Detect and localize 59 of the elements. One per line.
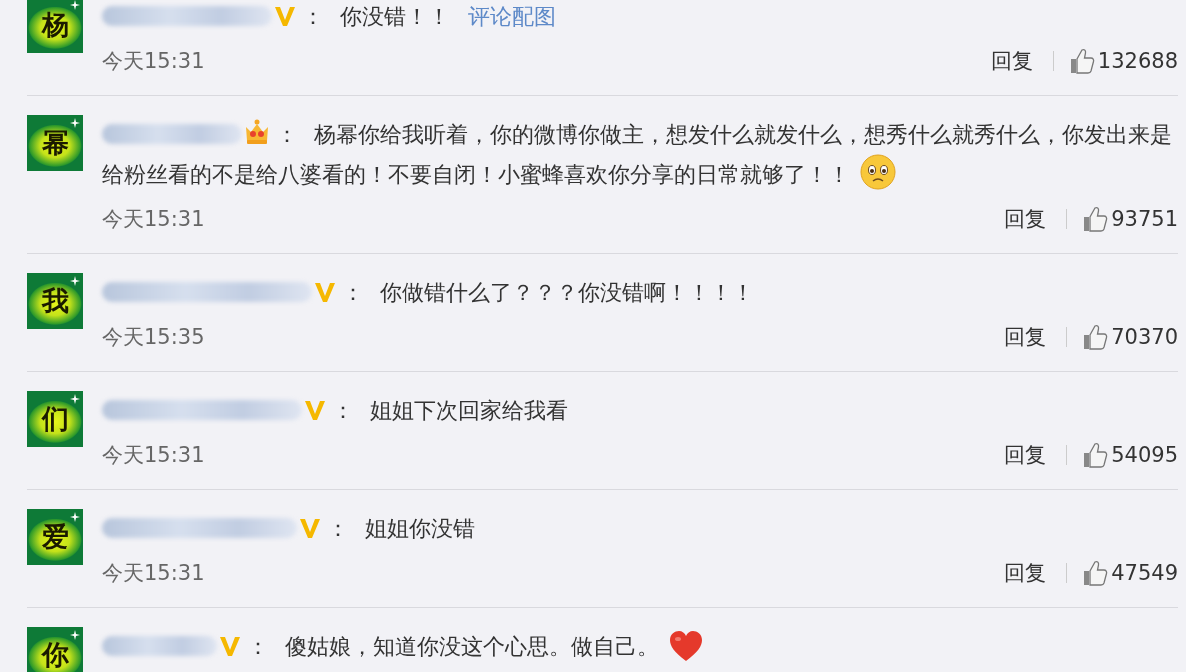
timestamp: 今天15:31 (102, 206, 205, 233)
timestamp: 今天15:31 (102, 442, 205, 469)
like-button[interactable]: 70370 (1083, 324, 1178, 350)
sparkle-icon (70, 512, 80, 522)
comment-text: 姐姐你没错 (365, 516, 475, 541)
thumbs-up-icon (1083, 442, 1109, 468)
avatar[interactable]: 你 (27, 627, 83, 672)
reply-link[interactable]: 回复 (1004, 323, 1047, 351)
thumbs-up-icon (1083, 560, 1109, 586)
avatar[interactable]: 我 (27, 273, 83, 329)
blurred-name[interactable] (102, 124, 242, 144)
blurred-name[interactable] (102, 282, 312, 302)
colon-text: ： (327, 516, 349, 541)
avatar[interactable]: 们 (27, 391, 83, 447)
sad-face-icon (860, 154, 896, 190)
sparkle-icon (70, 118, 80, 128)
timestamp: 今天15:31 (102, 560, 205, 587)
colon-text: ： (302, 4, 324, 29)
sparkle-icon (70, 394, 80, 404)
timestamp: 今天15:31 (102, 48, 205, 75)
sparkle-icon (70, 0, 80, 10)
vip-icon (299, 517, 321, 539)
heart-icon (669, 630, 703, 662)
comment-text: 给粉丝看的不是给八婆看的！不要自闭！小蜜蜂喜欢你分享的日常就够了！！ (102, 162, 850, 187)
comment-text: 姐姐下次回家给我看 (370, 398, 568, 423)
reply-link[interactable]: 回复 (1004, 205, 1047, 233)
colon-text: ： (247, 634, 269, 659)
comment-text: 傻姑娘，知道你没这个心思。做自己。 (285, 634, 659, 659)
sparkle-icon (70, 630, 80, 640)
avatar[interactable]: 爱 (27, 509, 83, 565)
crown-icon (244, 119, 270, 145)
vip-icon (314, 281, 336, 303)
like-button[interactable]: 132688 (1069, 48, 1178, 74)
reply-link[interactable]: 回复 (1004, 441, 1047, 469)
like-button[interactable]: 47549 (1083, 560, 1178, 586)
blurred-name[interactable] (102, 6, 272, 26)
thumbs-up-icon (1069, 48, 1095, 74)
vip-icon (219, 635, 241, 657)
comment-text: 你没错！！ (340, 4, 450, 29)
colon-text: ： (342, 280, 364, 305)
thumbs-up-icon (1083, 206, 1109, 232)
comment-text: 杨幂你给我听着，你的微博你做主，想发什么就发什么，想秀什么就秀什么，你发出来是 (314, 122, 1172, 147)
timestamp: 今天15:35 (102, 324, 205, 351)
reply-link[interactable]: 回复 (1004, 559, 1047, 587)
thumbs-up-icon (1083, 324, 1109, 350)
reply-link[interactable]: 回复 (990, 47, 1033, 75)
like-button[interactable]: 54095 (1083, 442, 1178, 468)
sparkle-icon (70, 276, 80, 286)
avatar[interactable]: 杨 (27, 0, 83, 53)
colon-text: ： (332, 398, 354, 423)
vip-icon (304, 399, 326, 421)
comment-text: 你做错什么了？？？你没错啊！！！！ (380, 280, 754, 305)
blurred-name[interactable] (102, 518, 297, 538)
like-button[interactable]: 93751 (1083, 206, 1178, 232)
blurred-name[interactable] (102, 400, 302, 420)
blurred-name[interactable] (102, 636, 217, 656)
avatar[interactable]: 幂 (27, 115, 83, 171)
vip-icon (274, 5, 296, 27)
colon-text: ： (276, 122, 298, 147)
